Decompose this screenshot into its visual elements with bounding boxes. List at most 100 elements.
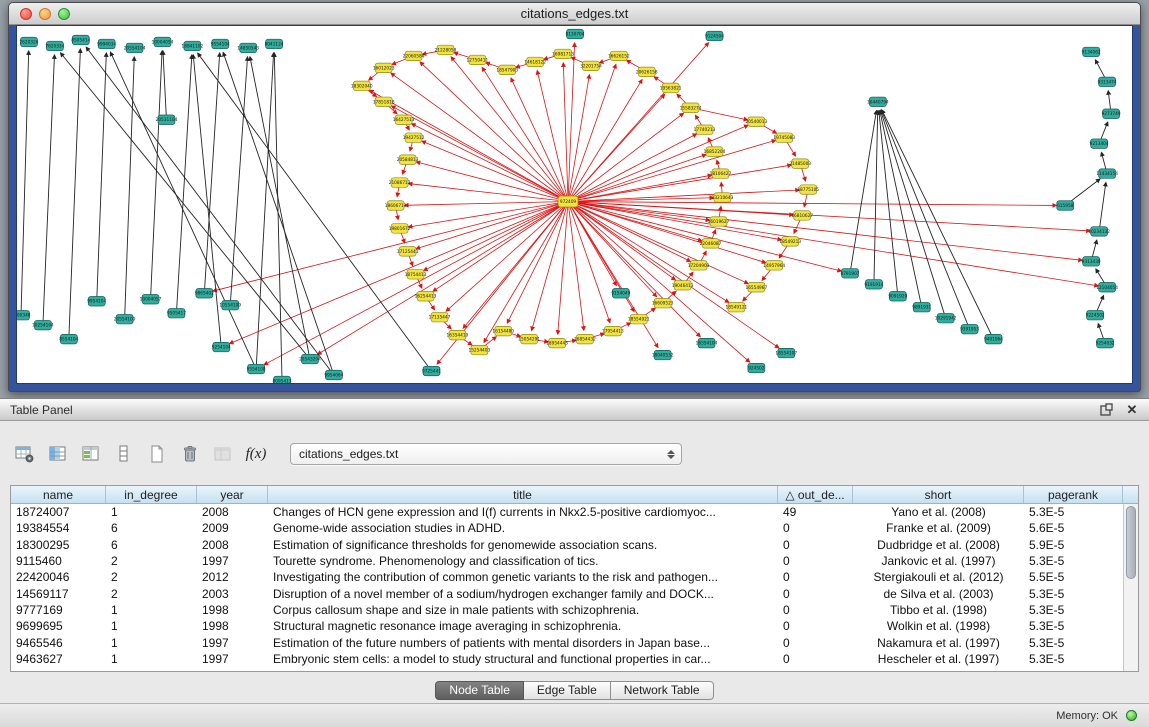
network-node[interactable]: 16554104 <box>696 338 718 347</box>
network-node[interactable]: 924502 <box>748 363 765 372</box>
network-node[interactable]: 18954443 <box>546 338 568 347</box>
network-node[interactable]: 20531104 <box>156 115 178 124</box>
network-node[interactable]: 9313474 <box>1098 77 1117 86</box>
network-node[interactable]: 9554108 <box>247 364 266 373</box>
network-node[interactable]: 32201754 <box>580 61 602 70</box>
network-node[interactable]: 10554109 <box>219 300 241 309</box>
table-row[interactable]: 969969511998Structural magnetic resonanc… <box>11 618 1123 634</box>
network-node[interactable]: 16012023 <box>373 63 395 72</box>
network-node[interactable]: 9554104 <box>211 39 230 48</box>
network-node[interactable]: 13210643 <box>712 193 734 202</box>
network-node[interactable]: 16554967 <box>745 283 767 292</box>
column-header-name[interactable]: name <box>11 486 106 503</box>
network-node[interactable]: 18547903 <box>496 65 518 74</box>
network-node[interactable]: 9954104 <box>87 296 106 305</box>
table-row[interactable]: 911546021997Tourette syndrome. Phenomeno… <box>11 553 1123 569</box>
network-node[interactable]: 9505417 <box>167 308 186 317</box>
network-node[interactable]: 10004057 <box>140 294 162 303</box>
network-node[interactable]: 9313439 <box>1082 257 1101 266</box>
function-builder-button[interactable]: f(x) <box>241 440 271 468</box>
create-column-button[interactable] <box>142 440 172 468</box>
network-node[interactable]: 9191914 <box>864 280 883 289</box>
network-node[interactable]: 8095413 <box>273 376 292 383</box>
network-node[interactable]: 9091920 <box>888 292 907 301</box>
network-node[interactable]: 18554107 <box>775 348 797 357</box>
zoom-window-button[interactable] <box>58 8 70 20</box>
close-panel-icon[interactable]: ✕ <box>1125 403 1139 417</box>
network-node[interactable]: 9865402 <box>195 289 214 298</box>
network-window-titlebar[interactable]: citations_edges.txt <box>9 3 1140 25</box>
network-node[interactable]: 20554104 <box>124 43 146 52</box>
column-header-pagerank[interactable]: pagerank <box>1024 486 1123 503</box>
column-header-year[interactable]: year <box>197 486 268 503</box>
network-node[interactable]: 14618122 <box>524 57 546 66</box>
network-node[interactable]: 19801672 <box>389 224 411 233</box>
network-node[interactable]: 9954064 <box>324 370 343 379</box>
network-node[interactable]: 12104054 <box>1096 283 1118 292</box>
column-header-in_degree[interactable]: in_degree <box>106 486 197 503</box>
network-node[interactable]: 9254104 <box>212 342 231 351</box>
network-node[interactable]: 18841102 <box>182 41 204 50</box>
network-node[interactable]: 9891931 <box>912 302 931 311</box>
network-node[interactable]: 16019627 <box>708 217 730 226</box>
network-node[interactable]: 7620334 <box>45 41 64 50</box>
network-node[interactable]: 19563821 <box>660 83 682 92</box>
network-node[interactable]: 17851818 <box>373 97 395 106</box>
tab-network-table[interactable]: Network Table <box>611 681 714 700</box>
column-header-short[interactable]: short <box>853 486 1024 503</box>
network-window[interactable]: citations_edges.txt 972409 18302040178518… <box>8 2 1141 392</box>
table-row[interactable]: 1872400712008Changes of HCN gene express… <box>11 504 1123 520</box>
network-node[interactable]: 9273749 <box>1102 109 1121 118</box>
network-node[interactable]: 14957964 <box>763 261 785 270</box>
delete-column-button[interactable] <box>175 440 205 468</box>
network-node[interactable]: 8505414 <box>71 35 90 44</box>
network-node[interactable]: 9213404 <box>1090 139 1109 148</box>
network-node[interactable]: 8791907 <box>841 269 860 278</box>
network-node[interactable]: 17135447 <box>429 312 451 321</box>
table-row[interactable]: 977716911998Corpus callosum shape and si… <box>11 602 1123 618</box>
network-node[interactable]: 18606713 <box>385 201 407 210</box>
network-node[interactable]: 9124504 <box>705 31 724 40</box>
network-node[interactable]: 10004054 <box>152 37 174 46</box>
table-row[interactable]: 946362711997Embryonic stem cells: a mode… <box>11 651 1123 667</box>
column-header-title[interactable]: title <box>268 486 778 503</box>
network-node[interactable]: 18040532 <box>652 350 674 359</box>
show-columns-button[interactable] <box>43 440 73 468</box>
network-node[interactable]: 9725441 <box>422 366 441 375</box>
minimize-window-button[interactable] <box>39 8 51 20</box>
network-node[interactable]: 21086713 <box>389 178 411 187</box>
network-hub-node[interactable]: 972409 <box>558 196 578 207</box>
network-node[interactable]: 16440794 <box>867 97 889 106</box>
network-node[interactable]: 17954413 <box>602 326 624 335</box>
network-node[interactable]: 9134062 <box>1082 47 1101 56</box>
network-node[interactable]: 20543204 <box>299 354 321 363</box>
table-row[interactable]: 946554611997Estimation of the future num… <box>11 634 1123 650</box>
network-node[interactable]: 20584813 <box>397 155 419 164</box>
network-node[interactable]: 20554109 <box>114 314 136 323</box>
network-node[interactable]: 18775105 <box>797 185 819 194</box>
network-node[interactable]: 8130704 <box>566 29 585 38</box>
network-node[interactable]: 18302040 <box>351 81 373 90</box>
network-node[interactable]: 22060584 <box>403 51 425 60</box>
network-node[interactable]: 16854432 <box>574 334 596 343</box>
close-window-button[interactable] <box>20 8 32 20</box>
network-node[interactable]: 18549213 <box>779 237 801 246</box>
network-node[interactable]: 15583274 <box>680 103 702 112</box>
table-selector-dropdown[interactable]: citations_edges.txt <box>290 443 682 465</box>
select-rows-button[interactable] <box>76 440 106 468</box>
network-node[interactable]: 15254403 <box>468 345 490 354</box>
network-node[interactable]: 20540013 <box>745 117 767 126</box>
network-node[interactable]: 15054291 <box>518 334 540 343</box>
network-node[interactable]: 19745083 <box>773 133 795 142</box>
table-row[interactable]: 1456911722003Disruption of a novel membe… <box>11 585 1123 601</box>
network-node[interactable]: 10234132 <box>1088 227 1110 236</box>
network-node[interactable]: 18754413 <box>405 270 427 279</box>
network-node[interactable]: 16810627 <box>791 211 813 220</box>
network-node[interactable]: 615958 <box>1057 201 1074 210</box>
network-node[interactable]: 17740213 <box>694 125 716 134</box>
network-node[interactable]: 9491964 <box>984 334 1003 343</box>
network-node[interactable]: 17204903 <box>688 261 710 270</box>
network-node[interactable]: 16981713 <box>552 49 574 58</box>
network-node[interactable]: 22046087 <box>700 239 722 248</box>
network-node[interactable]: 8554104 <box>59 334 78 343</box>
